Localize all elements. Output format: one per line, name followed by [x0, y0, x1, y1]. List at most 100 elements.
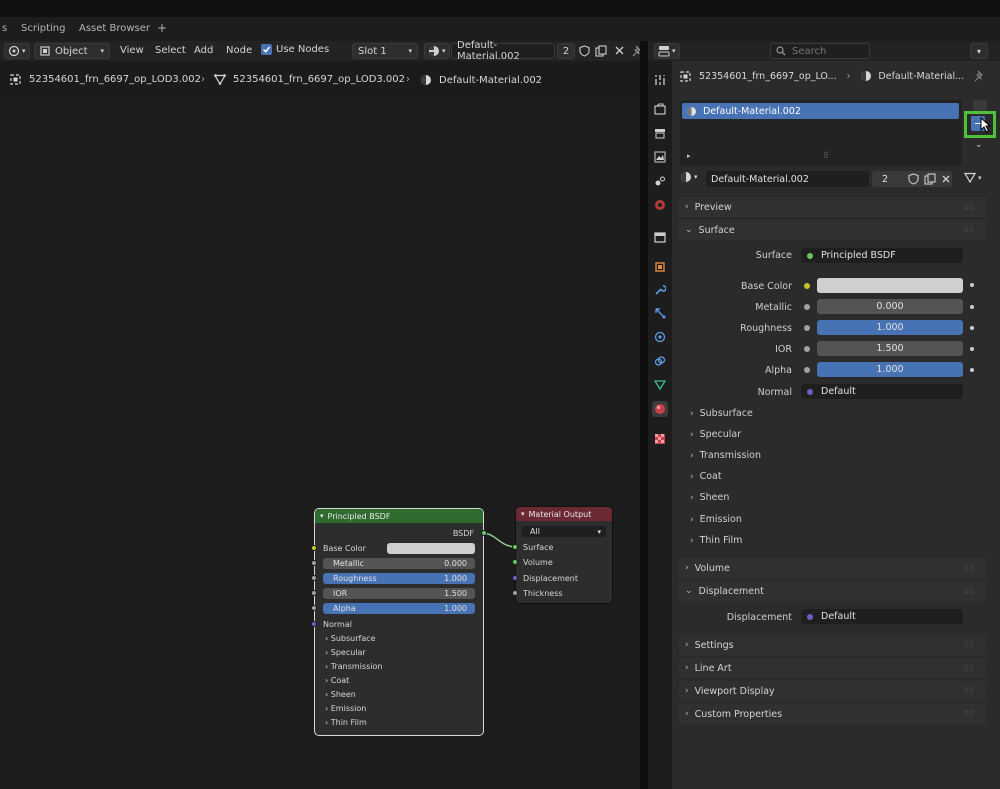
physics-tab-icon[interactable] — [652, 329, 668, 345]
output-tab-icon[interactable] — [652, 125, 668, 141]
browse-material-button[interactable]: ▾ — [680, 171, 698, 183]
roughness-socket-dot[interactable] — [804, 325, 810, 331]
unlink-close-icon[interactable] — [941, 174, 951, 184]
panel-grip-icon[interactable]: ⠿⠿ — [963, 687, 974, 696]
add-workspace-button[interactable]: + — [157, 21, 167, 35]
slot-specials-chevron-icon[interactable]: ⌄ — [975, 140, 983, 150]
subpanel-specular[interactable]: › Specular — [690, 429, 741, 440]
render-tab-icon[interactable] — [652, 101, 668, 117]
keyframe-dot-icon[interactable] — [970, 305, 974, 309]
workspace-tab-scripting[interactable]: Scripting — [21, 23, 65, 34]
workspace-tab-partial[interactable]: s — [2, 23, 7, 34]
slot-dropdown[interactable]: Slot 1 ▾ — [352, 43, 418, 59]
search-input[interactable]: Search — [770, 43, 870, 59]
ior-field[interactable]: 1.500 — [817, 341, 963, 356]
scene-tab-icon[interactable] — [652, 173, 668, 189]
subpanel-emission[interactable]: › Emission — [690, 514, 742, 525]
ior-socket-dot[interactable] — [804, 346, 810, 352]
base-color-socket-dot[interactable] — [804, 283, 810, 289]
pin-icon[interactable] — [974, 70, 986, 82]
subpanel-subsurface[interactable]: › Subsurface — [690, 408, 753, 419]
keyframe-dot-icon[interactable] — [970, 368, 974, 372]
node-panel-coat[interactable]: › Coat — [325, 676, 349, 685]
expand-triangle-icon[interactable]: ▸ — [687, 152, 691, 160]
list-resize-grip-icon[interactable]: ⠿ — [823, 151, 829, 160]
volume-panel[interactable]: › Volume ⠿⠿ — [679, 558, 987, 578]
thickness-socket[interactable] — [512, 590, 518, 596]
subpanel-thin-film[interactable]: › Thin Film — [690, 535, 742, 546]
metallic-socket-dot[interactable] — [804, 304, 810, 310]
object-mode-dropdown[interactable]: Object ▾ — [34, 43, 110, 59]
surface-shader-field[interactable]: Principled BSDF — [801, 248, 963, 263]
displacement-socket[interactable] — [512, 575, 518, 581]
alpha-field[interactable]: 1.000 — [817, 362, 963, 377]
user-count[interactable]: 2 — [557, 43, 575, 59]
view-layer-tab-icon[interactable] — [652, 149, 668, 165]
base-color-swatch[interactable] — [817, 278, 963, 293]
material-output-node[interactable]: ▾ Material Output All ▾ Surface Volume D… — [512, 507, 612, 603]
target-dropdown[interactable]: All ▾ — [522, 526, 606, 537]
volume-socket[interactable] — [512, 559, 518, 565]
custom-properties-panel[interactable]: › Custom Properties ⠿⠿ — [679, 704, 987, 724]
surface-socket[interactable] — [512, 544, 518, 550]
metallic-socket[interactable] — [311, 560, 317, 566]
keyframe-dot-icon[interactable] — [970, 347, 974, 351]
roughness-socket[interactable] — [311, 575, 317, 581]
node-panel-thin-film[interactable]: › Thin Film — [325, 718, 367, 727]
area-divider[interactable] — [640, 41, 648, 789]
tool-tab-icon[interactable] — [652, 72, 668, 88]
metallic-field[interactable]: 0.000 — [817, 299, 963, 314]
panel-grip-icon[interactable]: ⠿⠿ — [963, 710, 974, 719]
menu-add[interactable]: Add — [194, 45, 213, 56]
normal-field[interactable]: Default — [801, 384, 963, 399]
ior-socket[interactable] — [311, 590, 317, 596]
texture-tab-icon[interactable] — [652, 431, 668, 447]
collection-tab-icon[interactable] — [652, 229, 668, 245]
base-color-socket[interactable] — [311, 545, 317, 551]
material-tab-icon[interactable] — [652, 401, 668, 417]
panel-grip-icon[interactable]: ⠿⠿ — [963, 564, 974, 573]
editor-type-button[interactable]: ▾ — [654, 43, 680, 59]
normal-socket[interactable] — [311, 621, 317, 627]
world-tab-icon[interactable] — [652, 197, 668, 213]
ior-field[interactable]: IOR 1.500 — [323, 588, 475, 599]
node-panel-emission[interactable]: › Emission — [325, 704, 366, 713]
surface-panel[interactable]: ⌄ Surface ⠿⠿ — [679, 220, 987, 240]
node-panel-specular[interactable]: › Specular — [325, 648, 366, 657]
editor-type-button[interactable]: ▾ — [4, 43, 30, 59]
roughness-field[interactable]: Roughness 1.000 — [323, 573, 475, 584]
displacement-field[interactable]: Default — [801, 609, 963, 624]
panel-grip-icon[interactable]: ⠿⠿ — [963, 226, 974, 235]
roughness-field[interactable]: 1.000 — [817, 320, 963, 335]
material-slot-item[interactable]: Default-Material.002 — [682, 103, 959, 119]
panel-grip-icon[interactable]: ⠿⠿ — [963, 641, 974, 650]
keyframe-dot-icon[interactable] — [970, 326, 974, 330]
base-color-swatch[interactable] — [387, 543, 475, 554]
link-mode-dropdown[interactable]: ▾ — [964, 172, 982, 183]
workspace-tab-asset-browser[interactable]: Asset Browser — [79, 23, 150, 34]
data-tab-icon[interactable] — [652, 377, 668, 393]
menu-select[interactable]: Select — [155, 45, 186, 56]
material-name-field[interactable]: Default-Material.002 — [706, 171, 869, 187]
alpha-socket[interactable] — [311, 605, 317, 611]
panel-grip-icon[interactable]: ⠿⠿ — [963, 664, 974, 673]
panel-grip-icon[interactable]: ⠿⠿ — [963, 203, 974, 212]
keyframe-dot-icon[interactable] — [970, 283, 974, 287]
use-nodes-checkbox[interactable]: Use Nodes — [261, 44, 329, 55]
material-name-field[interactable]: Default-Material.002 — [451, 40, 555, 62]
node-header[interactable]: ▾ Material Output — [516, 507, 612, 521]
subpanel-sheen[interactable]: › Sheen — [690, 492, 729, 503]
principled-bsdf-node[interactable]: ▾ Principled BSDF BSDF Base Color Metall… — [311, 509, 487, 735]
browse-material-button[interactable]: ▾ — [424, 43, 450, 59]
user-count[interactable]: 2 — [882, 174, 888, 185]
metallic-field[interactable]: Metallic 0.000 — [323, 558, 475, 569]
node-panel-sheen[interactable]: › Sheen — [325, 690, 356, 699]
duplicate-icon[interactable] — [595, 45, 607, 57]
object-tab-icon[interactable] — [652, 259, 668, 275]
modifier-wrench-icon[interactable] — [652, 282, 668, 298]
options-dropdown[interactable]: ▾ — [970, 43, 988, 59]
alpha-socket-dot[interactable] — [804, 367, 810, 373]
viewport-display-panel[interactable]: › Viewport Display ⠿⠿ — [679, 681, 987, 701]
node-header[interactable]: ▾ Principled BSDF — [315, 509, 483, 523]
unlink-close-icon[interactable] — [614, 45, 625, 56]
